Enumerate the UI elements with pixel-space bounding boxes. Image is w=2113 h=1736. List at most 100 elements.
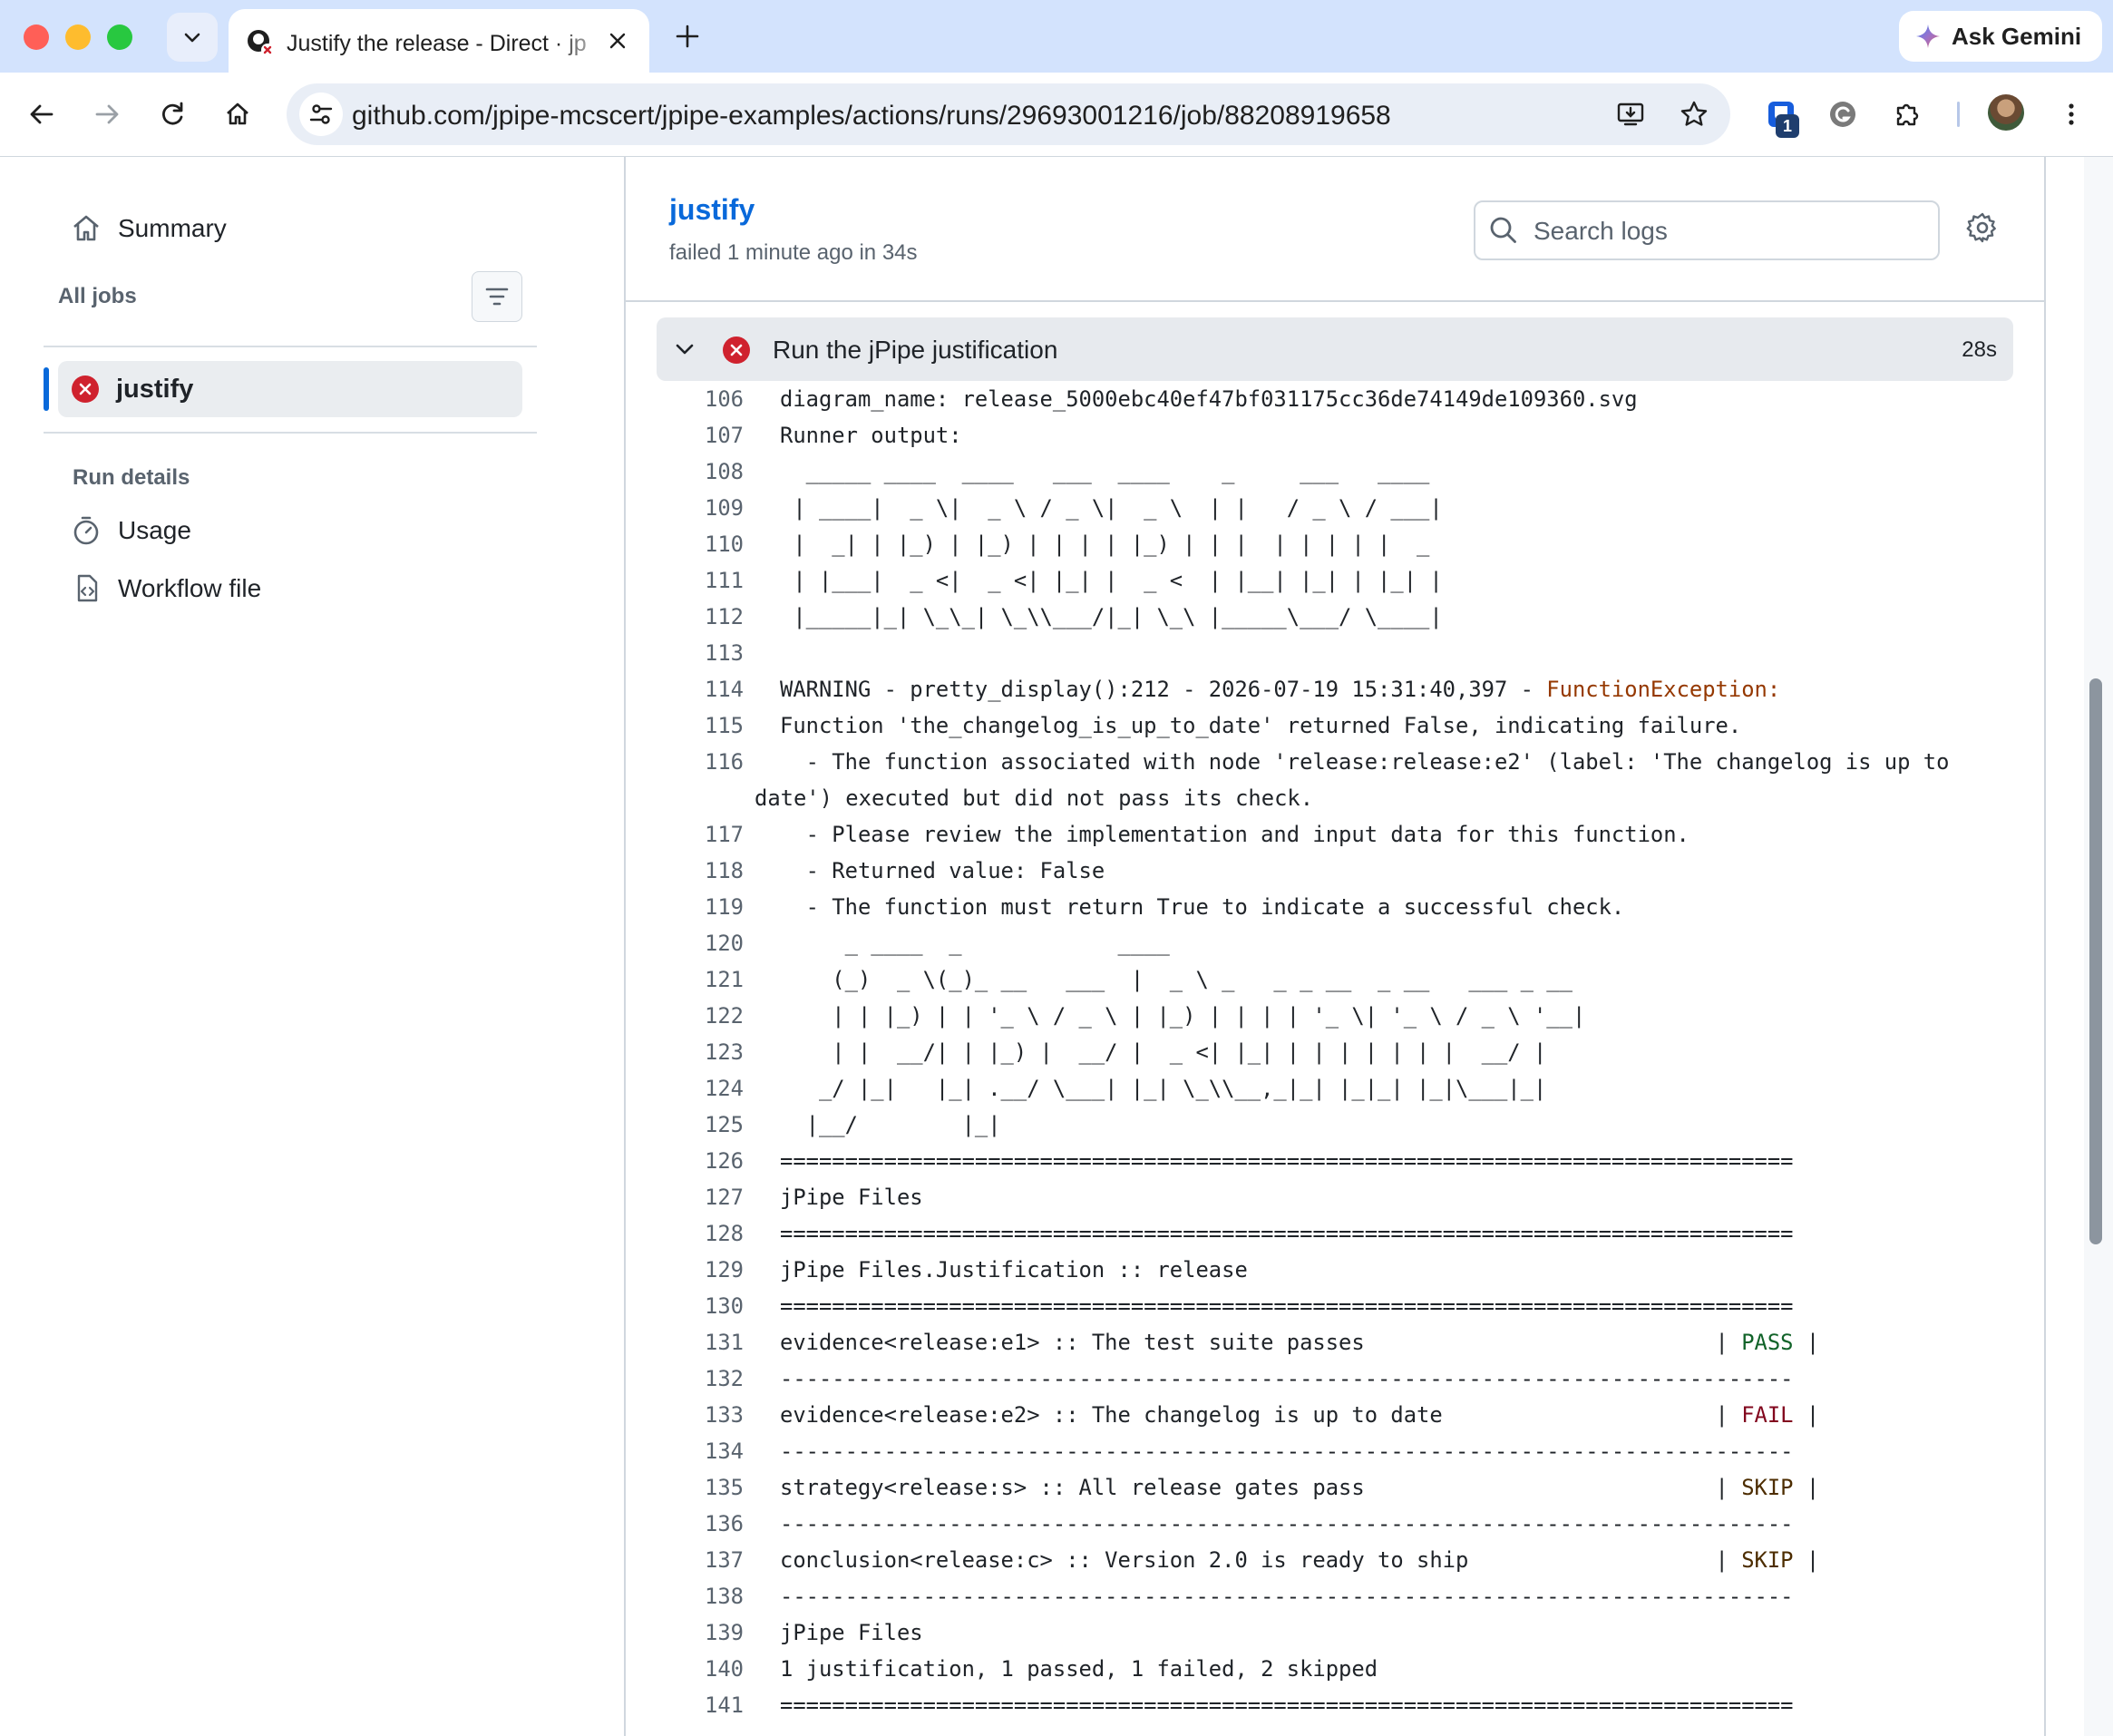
log-line-number[interactable]: 119 <box>657 889 744 925</box>
log-line-number[interactable]: 115 <box>657 707 744 744</box>
log-line: 108 _____ ____ ____ ___ ____ _ ___ ____ <box>657 454 2013 490</box>
extension-grammarly-button[interactable] <box>1821 93 1865 136</box>
log-line-text: jPipe Files <box>780 1179 923 1215</box>
log-line-number[interactable]: 139 <box>657 1614 744 1651</box>
log-line-number[interactable]: 107 <box>657 417 744 454</box>
maximize-window-button[interactable] <box>107 24 132 50</box>
log-line: 118 - Returned value: False <box>657 853 2013 889</box>
log-line-text: | |___| _ <| _ <| |_| | _ < | |__| |_| |… <box>780 562 1443 599</box>
close-window-button[interactable] <box>24 24 49 50</box>
reload-button[interactable] <box>151 93 194 136</box>
log-line: 116 - The function associated with node … <box>657 744 2013 816</box>
log-line-number[interactable]: 140 <box>657 1651 744 1687</box>
address-bar[interactable]: github.com/jpipe-mcscert/jpipe-examples/… <box>287 83 1730 145</box>
log-line-number[interactable]: 131 <box>657 1324 744 1361</box>
log-line: 132 -------------------------------------… <box>657 1361 2013 1397</box>
puzzle-icon <box>1896 103 1919 126</box>
log-line-content: WARNING - pretty_display():212 - 2026-07… <box>780 677 1547 702</box>
log-line: 111 | |___| _ <| _ <| |_| | _ < | |__| |… <box>657 562 2013 599</box>
step-header-run-jpipe[interactable]: Run the jPipe justification 28s <box>657 317 2013 381</box>
log-line-number[interactable]: 108 <box>657 454 744 490</box>
log-line-number[interactable]: 125 <box>657 1107 744 1143</box>
log-line-text: ========================================… <box>780 1143 1794 1179</box>
log-line-number[interactable]: 113 <box>657 635 744 671</box>
log-line-number[interactable]: 122 <box>657 998 744 1034</box>
sidebar-item-job-justify[interactable]: justify <box>58 361 522 417</box>
log-line-number[interactable]: 134 <box>657 1433 744 1469</box>
home-button[interactable] <box>216 93 259 136</box>
log-line-number[interactable]: 141 <box>657 1687 744 1723</box>
log-line-number[interactable]: 132 <box>657 1361 744 1397</box>
tab-title: Justify the release - Direct · jp <box>287 31 586 56</box>
log-line-number[interactable]: 129 <box>657 1252 744 1288</box>
log-line-number[interactable]: 112 <box>657 599 744 635</box>
log-line-number[interactable]: 133 <box>657 1397 744 1433</box>
log-line-number[interactable]: 118 <box>657 853 744 889</box>
log-line-number[interactable]: 110 <box>657 526 744 562</box>
log-line-number[interactable]: 136 <box>657 1506 744 1542</box>
arrow-right-icon <box>95 104 119 124</box>
log-line-content: conclusion<release:c> :: Version 2.0 is … <box>780 1547 1742 1573</box>
stopwatch-icon <box>73 516 99 545</box>
page-scrollbar-thumb[interactable] <box>2089 678 2102 1244</box>
log-line-text: evidence<release:e1> :: The test suite p… <box>780 1324 1819 1361</box>
log-line-number[interactable]: 109 <box>657 490 744 526</box>
log-line-number[interactable]: 124 <box>657 1070 744 1107</box>
minimize-window-button[interactable] <box>65 24 91 50</box>
new-tab-button[interactable] <box>667 16 707 56</box>
log-settings-button[interactable] <box>1966 211 1999 249</box>
log-line-number[interactable]: 114 <box>657 671 744 707</box>
log-line-text: |__/ |_| <box>780 1107 1001 1143</box>
log-line-number[interactable]: 106 <box>657 381 744 417</box>
log-line-number[interactable]: 111 <box>657 562 744 599</box>
browser-menu-button[interactable] <box>2050 93 2093 136</box>
back-button[interactable] <box>20 93 63 136</box>
sidebar-item-usage[interactable]: Usage <box>71 515 191 546</box>
log-line-number[interactable]: 127 <box>657 1179 744 1215</box>
forward-button[interactable] <box>85 93 129 136</box>
extension-bitwarden-button[interactable]: 1 <box>1759 93 1803 138</box>
log-line: 119 - The function must return True to i… <box>657 889 2013 925</box>
tab-search-button[interactable] <box>167 13 218 62</box>
sidebar-item-summary[interactable]: Summary <box>71 213 227 244</box>
search-logs-input[interactable]: Search logs <box>1474 200 1940 260</box>
log-line-content: | |___| _ <| _ <| |_| | _ < | |__| |_| |… <box>780 568 1443 593</box>
log-line-number[interactable]: 121 <box>657 961 744 998</box>
filter-jobs-button[interactable] <box>472 271 522 322</box>
failed-status-icon <box>72 375 99 403</box>
sidebar-item-workflow-file[interactable]: Workflow file <box>71 573 261 604</box>
log-line-number[interactable]: 137 <box>657 1542 744 1578</box>
log-line: 137 conclusion<release:c> :: Version 2.0 … <box>657 1542 2013 1578</box>
log-line-text: - Returned value: False <box>780 853 1105 889</box>
log-line-number[interactable]: 126 <box>657 1143 744 1179</box>
install-icon <box>1617 102 1644 126</box>
job-status-summary: failed 1 minute ago in 34s <box>669 240 918 265</box>
log-line-number[interactable]: 117 <box>657 816 744 853</box>
log-line-number[interactable]: 135 <box>657 1469 744 1506</box>
site-info-button[interactable] <box>299 93 343 136</box>
job-label: justify <box>116 375 194 404</box>
extensions-menu-button[interactable] <box>1886 93 1930 136</box>
log-line-number[interactable]: 138 <box>657 1578 744 1614</box>
log-line-content: ----------------------------------------… <box>780 1584 1794 1609</box>
log-line-number[interactable]: 128 <box>657 1215 744 1252</box>
log-table-border: | <box>1793 1330 1820 1355</box>
log-line-number[interactable]: 120 <box>657 925 744 961</box>
install-app-button[interactable] <box>1611 94 1650 134</box>
browser-tab-active[interactable]: Justify the release - Direct · jp <box>229 9 649 73</box>
ask-gemini-button[interactable]: Ask Gemini <box>1899 11 2102 62</box>
log-line-number[interactable]: 123 <box>657 1034 744 1070</box>
log-line-text: _ ____ _ ____ <box>780 925 1170 961</box>
log-line-text: jPipe Files <box>780 1614 923 1651</box>
log-line-text: 1 justification, 1 passed, 1 failed, 2 s… <box>780 1651 1378 1687</box>
profile-avatar[interactable] <box>1988 94 2024 131</box>
job-title[interactable]: justify <box>669 193 755 227</box>
log-line-number[interactable]: 130 <box>657 1288 744 1324</box>
tune-icon <box>309 104 333 124</box>
tab-close-button[interactable] <box>602 25 633 56</box>
log-line-text: ----------------------------------------… <box>780 1433 1794 1469</box>
log-line: 130 =====================================… <box>657 1288 2013 1324</box>
log-line: 136 -------------------------------------… <box>657 1506 2013 1542</box>
bookmark-button[interactable] <box>1674 94 1714 134</box>
log-line-number[interactable]: 116 <box>657 744 744 780</box>
